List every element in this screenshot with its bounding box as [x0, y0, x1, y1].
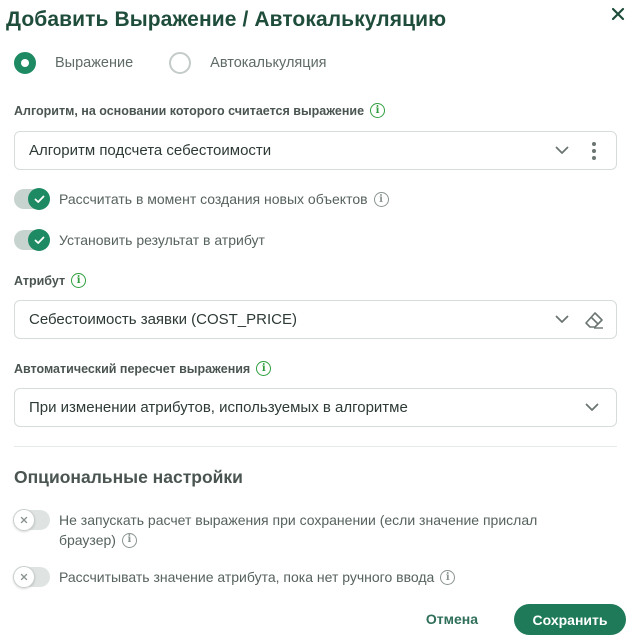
radio-autocalc-circle[interactable] — [169, 52, 192, 74]
radio-expression-circle[interactable] — [14, 52, 36, 74]
toggle-row-no-run-on-save: Не запускать расчет выражения при сохран… — [13, 509, 537, 550]
close-button[interactable] — [604, 2, 632, 26]
eraser-icon[interactable] — [582, 308, 606, 332]
toggle-row-set-result: Установить результат в атрибут — [14, 229, 265, 251]
recalc-label-text: Автоматический пересчет выражения — [14, 361, 251, 376]
cancel-button[interactable]: Отмена — [415, 604, 489, 634]
algorithm-select-value: Алгоритм подсчета себестоимости — [29, 142, 272, 159]
check-icon — [34, 195, 44, 203]
attribute-select[interactable]: Себестоимость заявки (COST_PRICE) — [14, 300, 617, 339]
toggle-no-run-on-save-line1: Не запускать расчет выражения при сохран… — [59, 512, 538, 528]
expression-dialog: Добавить Выражение / Автокалькуляцию Выр… — [0, 0, 633, 640]
chevron-down-icon[interactable] — [580, 396, 604, 420]
toggle-no-run-on-save-line2: браузер) — [59, 532, 116, 548]
toggle-no-run-on-save-label: Не запускать расчет выражения при сохран… — [59, 510, 537, 550]
toggle-row-calc-on-create: Рассчитать в момент создания новых объек… — [14, 188, 389, 210]
dialog-title: Добавить Выражение / Автокалькуляцию — [6, 8, 447, 31]
toggle-calc-until-manual[interactable] — [13, 566, 50, 588]
radio-expression-label: Выражение — [55, 55, 134, 71]
radio-expression[interactable]: Выражение — [14, 52, 133, 74]
radio-autocalc[interactable]: Автокалькуляция — [169, 52, 327, 74]
divider — [14, 446, 617, 447]
attribute-select-value: Себестоимость заявки (COST_PRICE) — [29, 311, 297, 328]
info-icon[interactable]: i — [370, 103, 386, 118]
algorithm-label: Алгоритм, на основании которого считаетс… — [14, 103, 386, 118]
info-icon[interactable]: i — [440, 569, 456, 585]
info-icon[interactable]: i — [71, 273, 87, 288]
recalc-label: Автоматический пересчет выражения i — [14, 361, 272, 376]
toggle-set-result[interactable] — [14, 229, 50, 251]
attribute-label: Атрибут i — [14, 273, 87, 288]
recalc-select[interactable]: При изменении атрибутов, используемых в … — [14, 388, 617, 427]
optional-settings-title: Опциональные настройки — [14, 467, 243, 487]
toggle-set-result-label: Установить результат в атрибут — [59, 232, 265, 248]
info-icon[interactable]: i — [121, 532, 137, 548]
toggle-row-calc-until-manual: Рассчитывать значение атрибута, пока нет… — [13, 566, 456, 588]
chevron-down-icon[interactable] — [550, 308, 574, 332]
cross-icon — [20, 573, 28, 581]
cross-icon — [20, 516, 28, 524]
toggle-no-run-on-save[interactable] — [13, 509, 50, 531]
toggle-calc-until-manual-label: Рассчитывать значение атрибута, пока нет… — [59, 569, 435, 585]
algorithm-label-text: Алгоритм, на основании которого считаетс… — [14, 103, 365, 118]
info-icon[interactable]: i — [256, 361, 272, 376]
attribute-label-text: Атрибут — [14, 273, 66, 288]
save-button[interactable]: Сохранить — [514, 604, 626, 635]
chevron-down-icon[interactable] — [550, 139, 574, 163]
info-icon[interactable]: i — [373, 191, 389, 207]
toggle-calc-on-create[interactable] — [14, 188, 50, 210]
algorithm-select[interactable]: Алгоритм подсчета себестоимости — [14, 131, 617, 170]
mode-radio-group: Выражение Автокалькуляция — [14, 52, 363, 74]
close-icon — [611, 7, 625, 21]
radio-autocalc-label: Автокалькуляция — [210, 55, 327, 71]
recalc-select-value: При изменении атрибутов, используемых в … — [29, 399, 408, 416]
more-vertical-icon[interactable] — [582, 139, 606, 163]
check-icon — [34, 236, 44, 244]
toggle-calc-on-create-label: Рассчитать в момент создания новых объек… — [59, 191, 368, 207]
